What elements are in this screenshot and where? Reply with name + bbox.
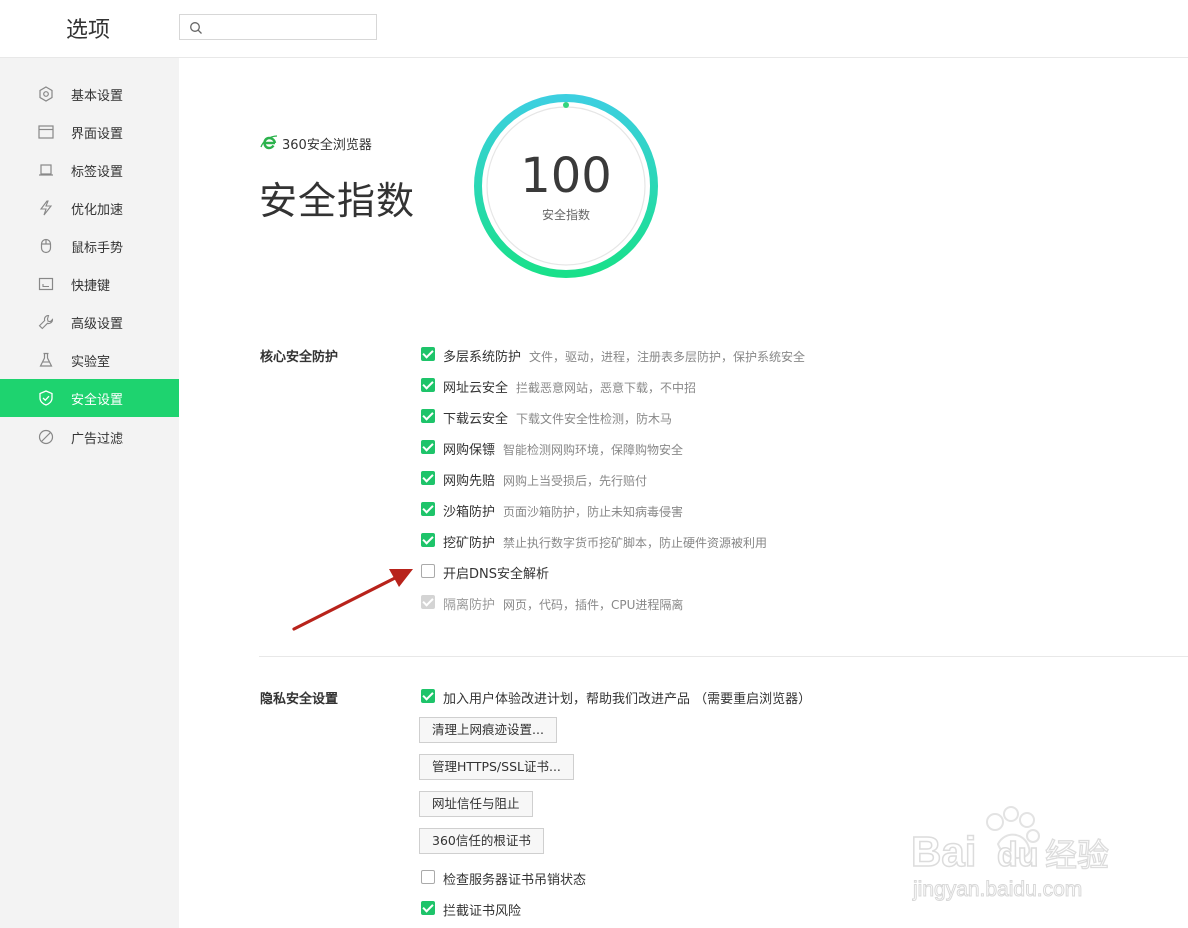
checkbox[interactable] [421, 870, 435, 884]
security-index-title: 安全指数 [259, 179, 416, 223]
sidebar-item-lab[interactable]: 实验室 [0, 341, 179, 379]
sidebar-item-security[interactable]: 安全设置 [0, 379, 179, 417]
manage-certificates-button[interactable]: 管理HTTPS/SSL证书... [419, 754, 574, 780]
option-description: 拦截恶意网站，恶意下载，不中招 [516, 381, 697, 395]
sidebar-item-tabs[interactable]: 标签设置 [0, 151, 179, 189]
option-label: 网购先赔 [443, 474, 496, 489]
checkbox[interactable] [421, 689, 435, 703]
checkbox[interactable] [421, 347, 435, 361]
gauge-marker-dot [563, 102, 569, 108]
security-score-value: 100 [520, 148, 612, 204]
option-label: 网购保镖 [443, 443, 496, 458]
option-label: 沙箱防护 [443, 505, 496, 520]
security-score-label: 安全指数 [541, 208, 590, 222]
sidebar-item-label: 快捷键 [71, 279, 111, 294]
checkbox[interactable] [421, 409, 435, 423]
sidebar-item-label: 优化加速 [71, 203, 124, 218]
option-label: 下载云安全 [443, 412, 509, 427]
option-label: 检查服务器证书吊销状态 [443, 873, 587, 888]
option-description: 网页，代码，插件，CPU进程隔离 [503, 598, 684, 612]
option-description: 文件，驱动，进程，注册表多层防护，保护系统安全 [529, 350, 806, 364]
option-description: 禁止执行数字货币挖矿脚本，防止硬件资源被利用 [503, 536, 768, 550]
mouse-icon [40, 238, 52, 254]
checkbox[interactable] [421, 378, 435, 392]
sidebar-item-label: 基本设置 [71, 89, 124, 104]
browser-logo-icon [260, 135, 278, 150]
title-bar: 选项 [0, 0, 1188, 58]
shield-icon [39, 390, 53, 406]
sidebar-item-label: 高级设置 [71, 317, 124, 332]
brand-name: 360安全浏览器 [282, 138, 372, 153]
sidebar-item-adblock[interactable]: 广告过滤 [0, 418, 179, 456]
sidebar-item-shortcuts[interactable]: 快捷键 [0, 265, 179, 303]
flask-icon [39, 352, 53, 367]
search-icon [190, 22, 202, 34]
search-box[interactable] [179, 14, 377, 40]
option-description: 网购上当受损后，先行赔付 [503, 474, 648, 488]
watermark-jingyan: 经验 [1045, 836, 1109, 874]
keyboard-icon [38, 277, 54, 291]
option-label: 网址云安全 [443, 381, 509, 396]
sidebar: 基本设置 界面设置 标签设置 优化加速 鼠标手势 快捷键 高级设置 实验室 安全… [0, 58, 179, 928]
search-input[interactable] [208, 17, 372, 39]
checkbox[interactable] [421, 533, 435, 547]
option-label: 拦截证书风险 [443, 904, 522, 919]
checkbox[interactable] [421, 564, 435, 578]
baidu-jingyan-watermark: Bai du 经验 jingyan.baidu.com [910, 806, 1110, 902]
checkbox[interactable] [421, 471, 435, 485]
lightning-icon [39, 200, 53, 216]
option-label: 挖矿防护 [443, 536, 496, 551]
annotation-arrow [292, 569, 413, 631]
option-description: 下载文件安全性检测，防木马 [516, 412, 673, 426]
checkbox [421, 595, 435, 609]
sidebar-item-label: 标签设置 [71, 165, 124, 180]
watermark-text: Bai [911, 828, 976, 875]
option-label: 开启DNS安全解析 [443, 567, 549, 582]
url-trust-block-button[interactable]: 网址信任与阻止 [419, 791, 533, 817]
sidebar-item-label: 实验室 [71, 355, 111, 370]
page-title: 选项 [66, 18, 111, 43]
core-protection-heading: 核心安全防护 [260, 350, 339, 365]
checkbox[interactable] [421, 901, 435, 915]
checkbox[interactable] [421, 502, 435, 516]
watermark-url: jingyan.baidu.com [912, 878, 1082, 901]
watermark-text-du: du [997, 836, 1039, 874]
checkbox[interactable] [421, 440, 435, 454]
sidebar-item-interface[interactable]: 界面设置 [0, 113, 179, 151]
block-icon [38, 429, 54, 445]
wrench-icon [38, 314, 54, 330]
sidebar-item-mouse[interactable]: 鼠标手势 [0, 227, 179, 265]
gear-icon [39, 86, 53, 102]
sidebar-item-label: 安全设置 [71, 393, 124, 408]
option-description: 智能检测网购环境，保障购物安全 [503, 443, 684, 457]
option-label: 加入用户体验改进计划，帮助我们改进产品 （需要重启浏览器） [443, 692, 812, 707]
sidebar-item-label: 鼠标手势 [71, 241, 124, 256]
privacy-heading: 隐私安全设置 [260, 692, 339, 707]
sidebar-item-basic[interactable]: 基本设置 [0, 75, 179, 113]
sidebar-item-label: 界面设置 [71, 127, 124, 142]
window-icon [38, 125, 54, 139]
sidebar-item-speed[interactable]: 优化加速 [0, 189, 179, 227]
trusted-root-certs-button[interactable]: 360信任的根证书 [419, 828, 544, 854]
option-label: 隔离防护 [443, 598, 496, 613]
sidebar-item-advanced[interactable]: 高级设置 [0, 303, 179, 341]
option-description: 页面沙箱防护，防止未知病毒侵害 [503, 505, 684, 519]
section-divider [259, 656, 1188, 657]
tab-icon [39, 164, 53, 176]
clear-traces-button[interactable]: 清理上网痕迹设置... [419, 717, 557, 743]
option-label: 多层系统防护 [443, 350, 522, 365]
sidebar-item-label: 广告过滤 [71, 432, 124, 447]
